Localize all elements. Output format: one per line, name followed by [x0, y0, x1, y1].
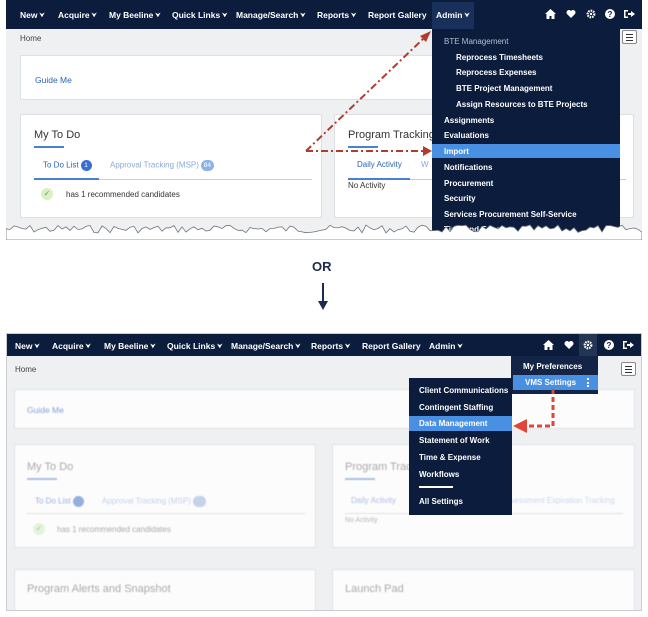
- screenshot-bottom-panel: New ⮟ Acquire ⮟ My Beeline ⮟ Quick Links ⮟ M…: [6, 333, 642, 611]
- menu-item-all-settings[interactable]: All Settings: [419, 497, 463, 506]
- menu-item-time-expense[interactable]: Time & Expense: [419, 453, 481, 462]
- home-icon[interactable]: [543, 340, 554, 353]
- menu-item-my-preferences[interactable]: My Preferences: [523, 362, 582, 371]
- launch-pad-card: Launch Pad: [332, 569, 635, 610]
- tab-todo-list[interactable]: To Do List: [35, 496, 84, 507]
- guide-me-link[interactable]: Guide Me: [27, 405, 64, 415]
- down-arrow-icon: [318, 283, 328, 310]
- tab-approval-tracking[interactable]: Approval Tracking (MSP): [102, 496, 206, 507]
- tab-assessment-expiration[interactable]: Assessment Expiration Tracking: [501, 496, 615, 505]
- top-navbar: New ⮟ Acquire ⮟ My Beeline ⮟ Quick Links ⮟ M…: [7, 334, 641, 356]
- arrow-to-admin: [305, 37, 425, 152]
- nav-new[interactable]: New ⮟: [15, 341, 40, 351]
- menu-item-statement-of-work[interactable]: Statement of Work: [419, 436, 490, 445]
- svg-text:?: ?: [607, 341, 612, 350]
- todo-item-text[interactable]: has 1 recommended candidates: [57, 525, 171, 534]
- title-underline: [345, 478, 375, 480]
- callout-arrow: [513, 389, 555, 433]
- nav-acquire[interactable]: Acquire ⮟: [52, 341, 91, 351]
- nav-admin[interactable]: Admin ⮟: [429, 341, 463, 351]
- help-icon[interactable]: ?: [604, 340, 614, 353]
- check-icon: ✓: [33, 523, 45, 535]
- arrow-head: [423, 146, 432, 156]
- breadcrumb[interactable]: Home: [15, 365, 36, 374]
- program-alerts-title: Program Alerts and Snapshot: [27, 583, 171, 595]
- program-alerts-card: Program Alerts and Snapshot: [14, 569, 316, 610]
- heart-icon[interactable]: [564, 340, 574, 353]
- title-underline: [27, 478, 57, 480]
- nav-manage-search[interactable]: Manage/Search ⮟: [231, 341, 300, 351]
- gear-icon[interactable]: [583, 340, 593, 353]
- program-tracking-title: Program Track: [345, 461, 418, 473]
- or-separator: OR: [312, 259, 332, 274]
- kebab-icon[interactable]: [587, 378, 589, 387]
- no-activity-text: No Activity: [345, 517, 378, 524]
- callout-arrows: [305, 31, 432, 156]
- my-todo-card: My To Do To Do List Approval Tracking (M…: [14, 444, 316, 548]
- nav-my-beeline[interactable]: My Beeline ⮟: [104, 341, 156, 351]
- menu-item-client-communications[interactable]: Client Communications: [419, 386, 508, 395]
- nav-report-gallery[interactable]: Report Gallery: [362, 341, 421, 351]
- menu-item-contingent-staffing[interactable]: Contingent Staffing: [419, 403, 493, 412]
- tab-divider: [27, 513, 305, 514]
- my-todo-title: My To Do: [27, 461, 74, 473]
- hamburger-menu-icon[interactable]: [621, 362, 636, 376]
- menu-item-data-management[interactable]: Data Management: [419, 419, 487, 428]
- logout-icon[interactable]: [623, 340, 634, 353]
- vms-settings-submenu: Client Communications Contingent Staffin…: [409, 378, 512, 515]
- nav-reports[interactable]: Reports ⮟: [311, 341, 350, 351]
- launch-pad-title: Launch Pad: [345, 583, 404, 595]
- tab-daily-activity[interactable]: Daily Activity: [351, 496, 396, 505]
- menu-item-workflows[interactable]: Workflows: [419, 470, 459, 479]
- menu-item-vms-settings[interactable]: VMS Settings: [525, 378, 576, 387]
- menu-divider: [419, 486, 453, 488]
- nav-quick-links[interactable]: Quick Links ⮟: [167, 341, 222, 351]
